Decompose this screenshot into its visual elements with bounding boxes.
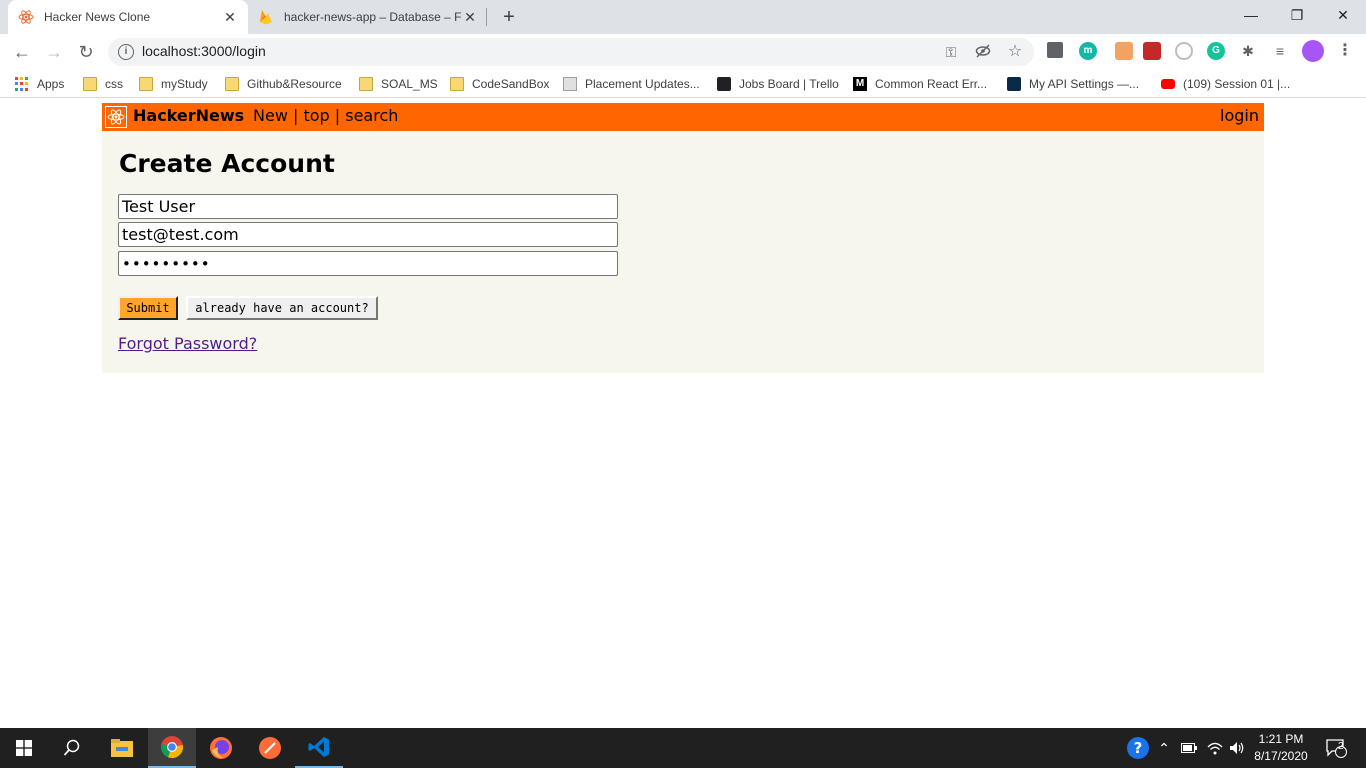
url-text: localhost:3000/login (142, 43, 266, 59)
nav-search-link[interactable]: search (345, 106, 398, 125)
tab-title: Hacker News Clone (44, 10, 151, 24)
extension-circle-icon[interactable] (1175, 42, 1193, 60)
postman-icon[interactable] (246, 728, 294, 768)
notification-count: 2 (1338, 741, 1344, 752)
notifications-icon[interactable]: 2 (1318, 728, 1354, 768)
menu-kebab-icon[interactable]: ⋮ (1336, 42, 1354, 60)
tab-strip: Hacker News Clone ✕ hacker-news-app – Da… (0, 0, 1366, 34)
site-nav: New | top | search (253, 106, 398, 125)
bookmark-codesandbox[interactable]: CodeSandBox (450, 76, 549, 92)
forgot-password-link[interactable]: Forgot Password? (118, 334, 257, 353)
bookmark-css[interactable]: css (83, 76, 123, 92)
address-bar[interactable]: i localhost:3000/login ⚿ ☆ (108, 38, 1034, 66)
chevron-up-icon[interactable]: ⌃ (1154, 728, 1174, 768)
bookmark-soal-ms[interactable]: SOAL_MS (359, 76, 438, 92)
extension-m-icon[interactable]: m (1079, 42, 1097, 60)
folder-icon (83, 77, 97, 91)
bookmark-github-resource[interactable]: Github&Resource (225, 76, 342, 92)
nav-separator: | (287, 106, 304, 125)
tab-close-icon[interactable]: ✕ (462, 9, 478, 25)
help-icon[interactable]: ? (1124, 728, 1152, 768)
login-link[interactable]: login (1220, 106, 1259, 125)
nav-new-link[interactable]: New (253, 106, 288, 125)
bookmark-mystudy[interactable]: myStudy (139, 76, 208, 92)
grammarly-icon[interactable]: G (1207, 42, 1225, 60)
bookmark-api-settings[interactable]: My API Settings —... (1007, 76, 1139, 92)
system-clock[interactable]: 1:21 PM 8/17/2020 (1248, 731, 1314, 765)
key-icon[interactable]: ⚿ (942, 43, 960, 61)
wifi-icon[interactable] (1204, 728, 1226, 768)
bookmark-youtube-session[interactable]: (109) Session 01 |... (1161, 76, 1290, 92)
battery-icon[interactable] (1178, 728, 1200, 768)
media-icon[interactable]: ≡ (1271, 42, 1289, 60)
tab-close-icon[interactable]: ✕ (222, 9, 238, 25)
already-have-account-button[interactable]: already have an account? (186, 296, 378, 320)
bookmarks-bar: Apps css myStudy Github&Resource SOAL_MS… (0, 70, 1366, 98)
folder-icon (225, 77, 239, 91)
clock-date: 8/17/2020 (1254, 749, 1308, 763)
close-window-button[interactable]: ✕ (1320, 0, 1366, 30)
folder-icon (139, 77, 153, 91)
nav-separator: | (329, 106, 346, 125)
browser-toolbar: ← → ↻ i localhost:3000/login ⚿ ☆ m G ✱ ≡… (0, 34, 1366, 70)
password-input[interactable]: ••••••••• (118, 251, 618, 276)
react-icon (18, 9, 34, 25)
name-input[interactable]: Test User (118, 194, 618, 219)
minimize-button[interactable]: — (1228, 0, 1274, 30)
new-tab-button[interactable]: + (498, 6, 520, 28)
eye-slash-icon[interactable] (974, 43, 992, 61)
folder-icon (450, 77, 464, 91)
site-header: HackerNews New | top | search login (102, 103, 1264, 131)
page-container: HackerNews New | top | search login Crea… (102, 103, 1264, 373)
tab-title: hacker-news-app – Database – Fi (284, 10, 462, 24)
forward-button[interactable]: → (42, 40, 66, 64)
trello-icon (717, 77, 731, 91)
star-icon[interactable]: ☆ (1006, 43, 1024, 61)
restore-button[interactable]: ❐ (1274, 0, 1320, 30)
bookmark-react-errors[interactable]: M Common React Err... (853, 76, 987, 92)
extension-f-icon[interactable] (1047, 42, 1063, 58)
bookmark-trello[interactable]: Jobs Board | Trello (717, 76, 839, 92)
windows-start-icon[interactable] (0, 728, 48, 768)
book-icon (563, 77, 577, 91)
email-input[interactable]: test@test.com (118, 222, 618, 247)
svg-text:?: ? (1134, 739, 1143, 757)
youtube-icon (1161, 79, 1175, 89)
tab-firebase-database[interactable]: hacker-news-app – Database – Fi ✕ (248, 0, 488, 34)
taskbar: ? ⌃ 1:21 PM 8/17/2020 2 (0, 728, 1366, 768)
extension-red-icon[interactable] (1143, 42, 1161, 60)
puzzle-icon[interactable]: ✱ (1239, 42, 1257, 60)
clock-time: 1:21 PM (1258, 732, 1304, 746)
api-icon (1007, 77, 1021, 91)
firebase-icon (258, 9, 274, 25)
avatar[interactable] (1302, 40, 1324, 62)
firefox-icon[interactable] (197, 728, 245, 768)
tab-divider (486, 8, 487, 26)
reload-button[interactable]: ↻ (74, 40, 98, 64)
page-title: Create Account (119, 149, 335, 178)
back-button[interactable]: ← (10, 40, 34, 64)
apps-grid-icon (15, 77, 29, 91)
tab-hacker-news-clone[interactable]: Hacker News Clone ✕ (8, 0, 248, 34)
folder-icon (359, 77, 373, 91)
nav-top-link[interactable]: top (303, 106, 329, 125)
file-explorer-icon[interactable] (98, 728, 146, 768)
site-info-icon[interactable]: i (118, 44, 134, 60)
site-brand[interactable]: HackerNews (133, 106, 244, 125)
extension-brush-icon[interactable] (1115, 42, 1133, 60)
submit-button[interactable]: Submit (118, 296, 178, 320)
bookmark-apps[interactable]: Apps (15, 76, 64, 92)
volume-icon[interactable] (1226, 728, 1248, 768)
bookmark-placement-updates[interactable]: Placement Updates... (563, 76, 700, 92)
medium-icon: M (853, 77, 867, 91)
vscode-icon[interactable] (295, 728, 343, 768)
react-logo-icon[interactable] (105, 106, 127, 128)
chrome-icon[interactable] (148, 728, 196, 768)
search-icon[interactable] (48, 728, 96, 768)
